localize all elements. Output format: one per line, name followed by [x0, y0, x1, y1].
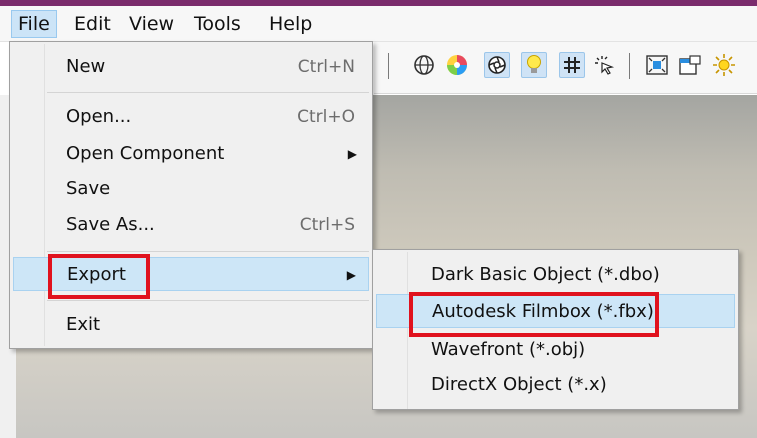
menu-item-label: Open... [66, 106, 132, 127]
submenu-arrow-icon: ▶ [347, 147, 357, 161]
color-wheel-icon[interactable] [444, 52, 470, 78]
menu-item-open[interactable]: Open... Ctrl+O [13, 100, 369, 134]
menu-separator [47, 251, 369, 252]
aperture-icon[interactable] [484, 52, 510, 78]
menu-item-label: Wavefront (*.obj) [431, 339, 586, 360]
fit-view-icon[interactable] [644, 52, 670, 78]
submenu-arrow-icon: ▶ [346, 268, 356, 282]
menu-item-label: Save [66, 178, 111, 199]
menu-item-shortcut: Ctrl+S [299, 215, 355, 235]
fbx-highlight-box [409, 292, 659, 337]
menu-help[interactable]: Help [263, 10, 318, 38]
file-menu-dropdown: New Ctrl+N Open... Ctrl+O Open Component… [9, 41, 373, 349]
menu-separator [47, 300, 369, 301]
menu-item-shortcut: Ctrl+O [297, 107, 355, 127]
magic-cursor-icon[interactable] [591, 52, 617, 78]
menu-item-save-as[interactable]: Save As... Ctrl+S [13, 208, 369, 242]
toolbar [374, 42, 757, 94]
export-item-obj[interactable]: Wavefront (*.obj) [376, 333, 735, 367]
menu-item-label: Dark Basic Object (*.dbo) [431, 264, 660, 285]
export-highlight-box [48, 254, 150, 299]
menu-file[interactable]: File [11, 10, 57, 38]
export-item-x[interactable]: DirectX Object (*.x) [376, 368, 735, 402]
menu-item-new[interactable]: New Ctrl+N [13, 50, 369, 84]
toolbar-separator [629, 53, 630, 79]
export-item-dbo[interactable]: Dark Basic Object (*.dbo) [376, 258, 735, 292]
menu-bar: File Edit View Tools Help [0, 6, 757, 42]
menu-tools[interactable]: Tools [188, 10, 247, 38]
lightbulb-icon[interactable] [521, 52, 547, 78]
menu-item-shortcut: Ctrl+N [297, 57, 355, 77]
grid-icon[interactable] [559, 52, 585, 78]
menu-item-open-component[interactable]: Open Component ▶ [13, 137, 369, 171]
menu-item-label: DirectX Object (*.x) [431, 374, 607, 395]
menu-item-label: New [66, 56, 106, 77]
menu-edit[interactable]: Edit [68, 10, 117, 38]
menu-view[interactable]: View [123, 10, 180, 38]
menu-item-save[interactable]: Save [13, 172, 369, 206]
menu-separator [47, 92, 369, 93]
menu-item-label: Save As... [66, 214, 155, 235]
menu-item-label: Open Component [66, 143, 225, 164]
window-properties-icon[interactable] [677, 52, 703, 78]
menu-item-exit[interactable]: Exit [13, 308, 369, 342]
menu-item-label: Exit [66, 314, 101, 335]
sun-icon[interactable] [711, 52, 737, 78]
toolbar-separator [388, 53, 389, 79]
globe-icon[interactable] [411, 52, 437, 78]
